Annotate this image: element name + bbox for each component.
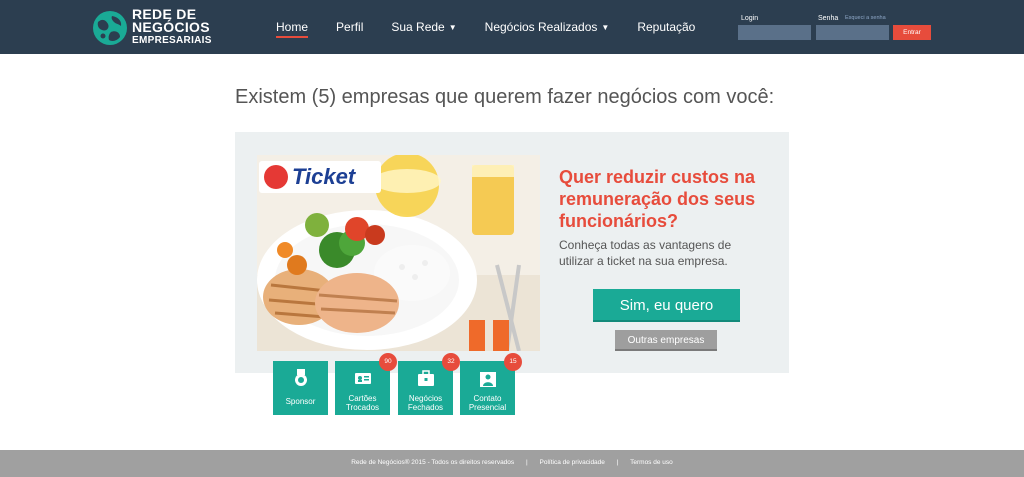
login-submit-button[interactable]: Entrar xyxy=(893,25,931,40)
count-badge: 32 xyxy=(442,353,460,371)
nav-reputacao[interactable]: Reputação xyxy=(637,0,695,54)
nav-perfil-label: Perfil xyxy=(336,20,364,34)
tile-cartoes-label-line1: Cartões xyxy=(348,394,377,403)
ad-food-image: Ticket xyxy=(257,155,540,351)
chevron-down-icon: ▼ xyxy=(448,22,457,32)
nav-sua-rede[interactable]: Sua Rede ▼ xyxy=(391,0,456,54)
briefcase-icon xyxy=(418,370,434,386)
tile-cartoes-label: Cartões Trocados xyxy=(335,394,390,412)
footer-privacy-link[interactable]: Política de privacidade xyxy=(540,459,605,466)
tile-negocios-label-line1: Negócios xyxy=(408,394,443,403)
ad-title: Quer reduzir custos na remuneração dos s… xyxy=(559,167,756,231)
count-badge: 15 xyxy=(504,353,522,371)
ticket-brand-name: Ticket xyxy=(292,164,356,189)
footer-links: Rede de Negócios® 2015 - Todos os direit… xyxy=(0,459,1024,466)
forgot-password-link[interactable]: Esqueci a senha xyxy=(845,15,886,21)
footer-copyright: Rede de Negócios® 2015 - Todos os direit… xyxy=(351,459,515,466)
footer-separator: | xyxy=(616,459,619,466)
tile-negocios-label-line2: Fechados xyxy=(407,403,444,412)
person-icon xyxy=(480,372,496,387)
login-label: Login xyxy=(741,15,759,22)
nav-perfil[interactable]: Perfil xyxy=(336,0,363,54)
other-companies-button[interactable]: Outras empresas xyxy=(615,330,717,351)
page-footer: Rede de Negócios® 2015 - Todos os direit… xyxy=(0,450,1024,477)
page-headline: Existem (5) empresas que querem fazer ne… xyxy=(235,86,775,108)
nav-sua-rede-label: Sua Rede xyxy=(391,20,445,34)
sponsored-offer-card: Ticket Quer reduzir custos na remuneraçã… xyxy=(235,132,789,373)
nav-negocios-realizados-label: Negócios Realizados xyxy=(484,20,598,34)
tile-contato-label-line1: Contato xyxy=(473,394,502,403)
tile-sponsor-label: Sponsor xyxy=(285,397,316,406)
tile-contato-label: Contato Presencial xyxy=(460,394,515,412)
tile-sponsor[interactable]: Sponsor xyxy=(273,361,328,415)
tile-cartoes-label-line2: Trocados xyxy=(345,403,380,412)
chevron-down-icon: ▼ xyxy=(601,22,610,32)
tile-contato-presencial[interactable]: Contato Presencial 15 xyxy=(460,353,522,415)
tile-contato-label-line2: Presencial xyxy=(468,403,507,412)
ad-description: Conheça todas as vantagens de utilizar a… xyxy=(559,238,732,268)
tile-negocios-label: Negócios Fechados xyxy=(398,394,453,412)
ticket-circle-icon xyxy=(264,165,288,189)
tile-negocios-fechados[interactable]: Negócios Fechados 32 xyxy=(398,353,460,415)
accept-offer-button[interactable]: Sim, eu quero xyxy=(593,289,740,322)
ticket-brand-logo: Ticket xyxy=(259,161,381,193)
top-navbar: REDE DE NEGÓCIOS EMPRESARIAIS Home Perfi… xyxy=(0,0,1024,54)
tile-cartoes-trocados[interactable]: Cartões Trocados 90 xyxy=(335,353,397,415)
password-input[interactable] xyxy=(816,25,889,40)
brand-line-2: NEGÓCIOS xyxy=(132,19,210,35)
count-badge: 90 xyxy=(379,353,397,371)
footer-separator: | xyxy=(525,459,528,466)
nav-home[interactable]: Home xyxy=(276,0,309,54)
nav-home-label: Home xyxy=(276,20,309,34)
password-label: Senha xyxy=(818,15,839,22)
brand-line-3: EMPRESARIAIS xyxy=(132,35,212,46)
brand-logo[interactable]: REDE DE NEGÓCIOS EMPRESARIAIS xyxy=(92,7,232,48)
globe-logo-icon xyxy=(93,11,127,45)
medal-icon xyxy=(295,369,307,386)
nav-negocios-realizados[interactable]: Negócios Realizados ▼ xyxy=(485,0,610,54)
brand-wordmark: REDE DE NEGÓCIOS EMPRESARIAIS xyxy=(132,7,212,47)
main-nav: Home Perfil Sua Rede ▼ Negócios Realizado… xyxy=(276,0,723,54)
login-input[interactable] xyxy=(738,25,811,40)
nav-reputacao-label: Reputação xyxy=(637,20,696,34)
login-form: Login Senha Esqueci a senha Entrar xyxy=(738,14,938,44)
footer-terms-link[interactable]: Termos de uso xyxy=(630,459,673,466)
business-card-icon xyxy=(355,373,371,384)
